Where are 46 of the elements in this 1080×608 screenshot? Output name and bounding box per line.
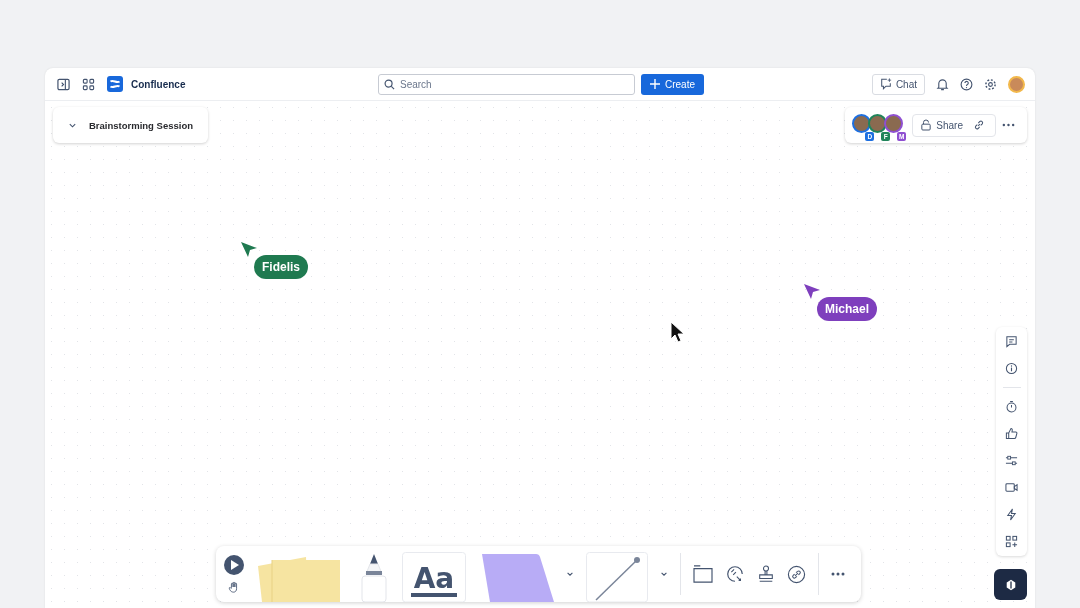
link-icon[interactable] xyxy=(973,119,985,131)
user-avatar[interactable] xyxy=(1008,75,1025,93)
cursor-name-label: Fidelis xyxy=(254,255,308,279)
lock-icon xyxy=(921,119,932,131)
add-app-icon[interactable] xyxy=(1005,535,1018,548)
collaborator-avatar[interactable] xyxy=(868,113,888,133)
select-tool-icon[interactable] xyxy=(224,555,244,575)
marker-drawing[interactable] xyxy=(358,552,390,602)
help-icon[interactable] xyxy=(960,77,973,91)
lightning-icon[interactable] xyxy=(1005,508,1018,521)
cursor-name-label: Michael xyxy=(817,297,877,321)
assistant-button[interactable] xyxy=(994,569,1027,600)
template-icon[interactable] xyxy=(725,564,745,584)
more-options-icon[interactable] xyxy=(1002,123,1015,127)
collaborator-avatar[interactable] xyxy=(884,113,904,133)
frame-icon[interactable] xyxy=(693,565,713,583)
search-field[interactable]: Search xyxy=(378,73,635,95)
more-options-icon[interactable] xyxy=(831,572,845,576)
collaborator-avatar[interactable] xyxy=(852,113,872,133)
settings-icon[interactable] xyxy=(984,77,997,91)
hexagon-logo-icon xyxy=(1004,578,1017,591)
app-grid-icon[interactable] xyxy=(82,77,95,91)
info-icon[interactable] xyxy=(1005,362,1018,375)
video-icon[interactable] xyxy=(1005,481,1018,494)
chevron-down-icon[interactable] xyxy=(660,570,668,578)
comment-icon[interactable] xyxy=(1005,335,1018,348)
plus-icon xyxy=(650,79,660,89)
chat-sparkle-icon xyxy=(879,78,892,90)
thumbs-up-icon[interactable] xyxy=(1005,427,1018,440)
sidebar-toggle-icon[interactable] xyxy=(57,77,70,91)
share-button[interactable]: Share xyxy=(913,119,963,131)
chevron-down-icon[interactable] xyxy=(566,570,574,578)
text-tool-drawing[interactable]: Aa xyxy=(402,552,466,602)
link-icon[interactable] xyxy=(787,564,806,584)
timer-icon[interactable] xyxy=(1005,400,1018,413)
line-tool-drawing[interactable] xyxy=(586,552,648,602)
chat-button[interactable]: Chat xyxy=(871,73,925,95)
notification-bell-icon[interactable] xyxy=(936,77,949,91)
mouse-pointer-icon xyxy=(670,321,684,343)
confluence-logo-icon xyxy=(107,76,123,92)
stamp-icon[interactable] xyxy=(757,565,775,583)
sliders-icon[interactable] xyxy=(1005,454,1018,467)
create-button[interactable]: Create xyxy=(641,73,704,95)
board-title[interactable]: Brainstorming Session xyxy=(89,119,193,131)
hand-tool-icon[interactable] xyxy=(228,581,240,593)
app-name[interactable]: Confluence xyxy=(131,78,186,90)
